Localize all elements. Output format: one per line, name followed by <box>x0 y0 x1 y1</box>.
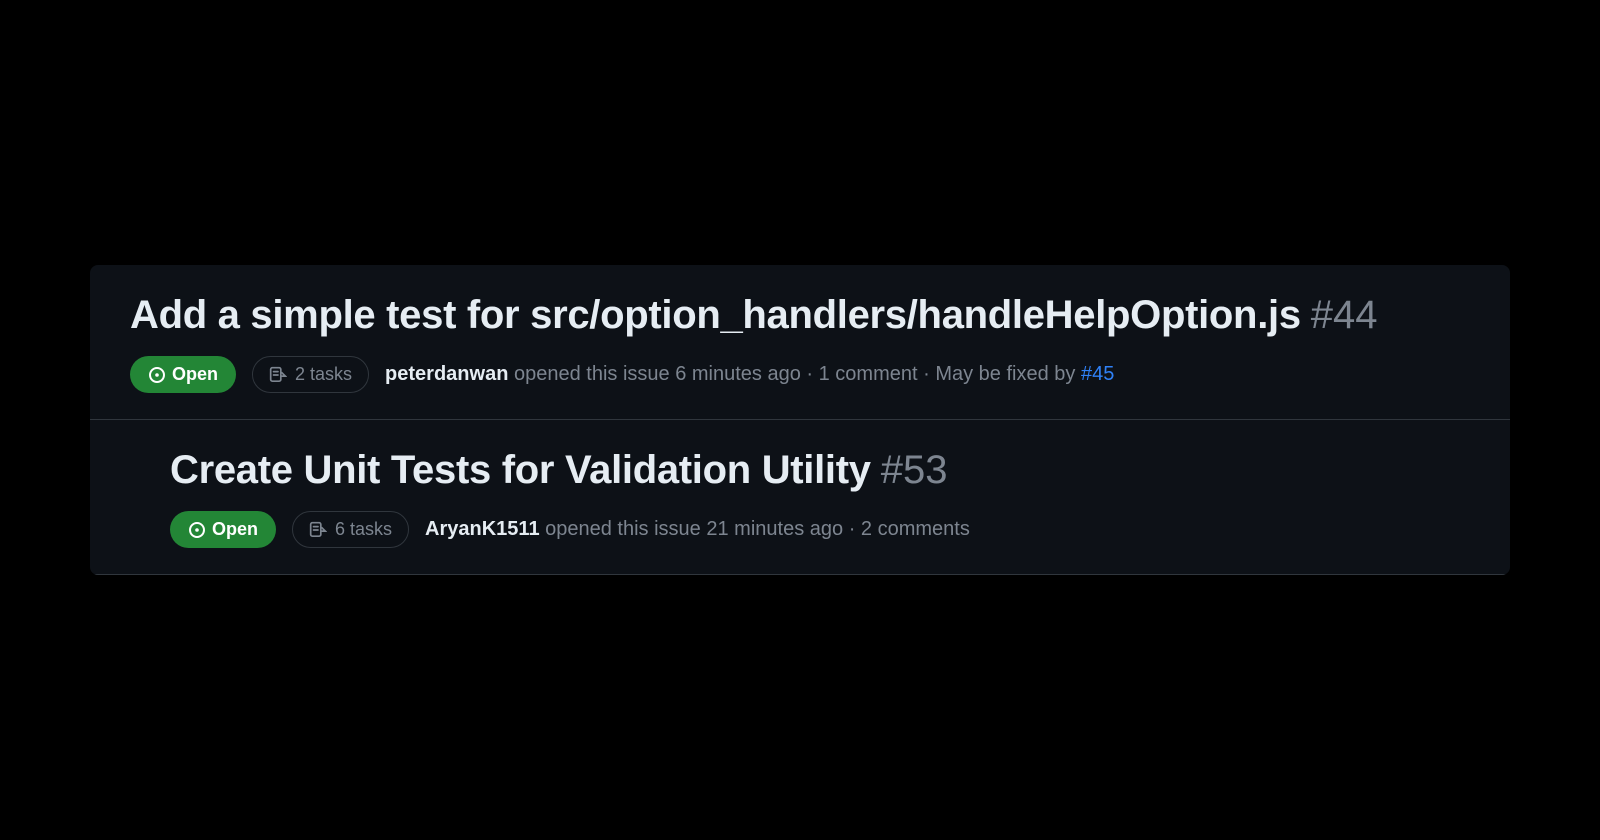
issue-title-row: Add a simple test for src/option_handler… <box>130 293 1470 338</box>
issue-meta-row: Open 6 tasks AryanK1511 opened this issu… <box>170 511 1430 548</box>
issue-meta-row: Open 2 tasks peterdanwan opened this iss… <box>130 356 1470 393</box>
issue-row: Add a simple test for src/option_handler… <box>90 265 1510 420</box>
comments-count: 2 comments <box>861 518 970 540</box>
tasks-count: 2 tasks <box>295 364 352 385</box>
separator-dot: · <box>923 363 935 385</box>
status-open-pill[interactable]: Open <box>130 356 236 393</box>
issue-title-row: Create Unit Tests for Validation Utility… <box>170 448 1430 493</box>
issue-number: #44 <box>1311 293 1378 338</box>
tasks-pill[interactable]: 2 tasks <box>252 356 369 393</box>
fixed-by-prefix: May be fixed by <box>935 363 1075 385</box>
issue-number: #53 <box>881 448 948 493</box>
author-link[interactable]: AryanK1511 <box>425 518 540 540</box>
opened-text: opened this issue 21 minutes ago <box>545 518 843 540</box>
issue-row: Create Unit Tests for Validation Utility… <box>90 420 1510 575</box>
issue-title[interactable]: Create Unit Tests for Validation Utility <box>170 448 871 493</box>
issue-meta-text: AryanK1511 opened this issue 21 minutes … <box>425 518 970 541</box>
tasklist-icon <box>309 521 327 539</box>
separator-dot: · <box>806 363 818 385</box>
issue-open-icon <box>148 366 166 384</box>
issue-open-icon <box>188 521 206 539</box>
opened-text: opened this issue 6 minutes ago <box>514 363 801 385</box>
tasklist-icon <box>269 366 287 384</box>
comments-count: 1 comment <box>819 363 918 385</box>
status-label: Open <box>212 519 258 540</box>
fixed-by-link[interactable]: #45 <box>1081 363 1114 385</box>
author-link[interactable]: peterdanwan <box>385 363 508 385</box>
issue-meta-text: peterdanwan opened this issue 6 minutes … <box>385 363 1114 386</box>
status-open-pill[interactable]: Open <box>170 511 276 548</box>
separator-dot: · <box>849 518 861 540</box>
tasks-count: 6 tasks <box>335 519 392 540</box>
issues-panel: Add a simple test for src/option_handler… <box>90 265 1510 575</box>
tasks-pill[interactable]: 6 tasks <box>292 511 409 548</box>
issue-title[interactable]: Add a simple test for src/option_handler… <box>130 293 1301 338</box>
status-label: Open <box>172 364 218 385</box>
